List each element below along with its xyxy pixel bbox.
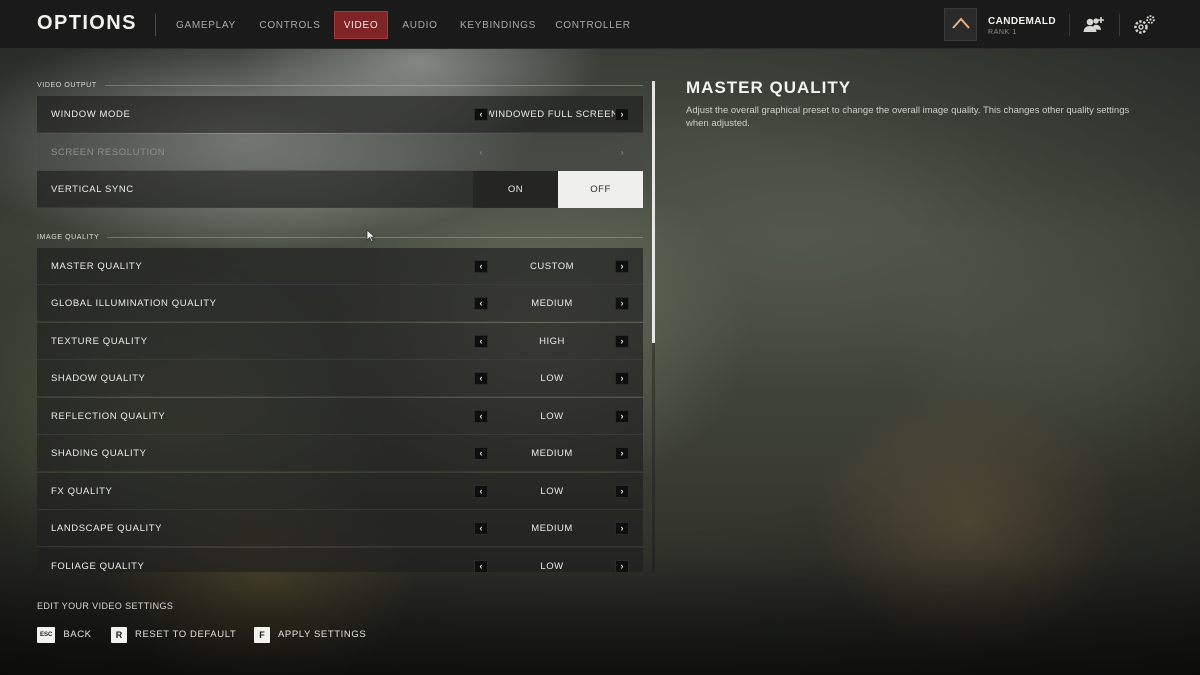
chevron-right-icon[interactable]: › — [615, 485, 629, 498]
section-title: VIDEO OUTPUT — [37, 81, 97, 89]
title-divider — [155, 14, 156, 36]
scrollbar-thumb[interactable] — [652, 81, 655, 343]
back-label: BACK — [63, 629, 92, 640]
chevron-left-icon[interactable]: ‹ — [474, 297, 488, 310]
rank-badge[interactable] — [944, 8, 977, 41]
chevron-left-icon[interactable]: ‹ — [474, 260, 488, 273]
description-text: Adjust the overall graphical preset to c… — [686, 105, 1130, 129]
tab-audio[interactable]: AUDIO — [398, 11, 442, 39]
reset-to-default-button[interactable]: R RESET TO DEFAULT — [111, 626, 236, 643]
chevron-right-icon[interactable]: › — [615, 560, 629, 572]
chevron-left-icon[interactable]: ‹ — [474, 335, 488, 348]
background-shade — [0, 555, 1200, 675]
setting-label: GLOBAL ILLUMINATION QUALITY — [51, 298, 217, 309]
chevron-left-icon[interactable]: ‹ — [474, 447, 488, 460]
chevron-right-icon[interactable]: › — [615, 297, 629, 310]
setting-label: LANDSCAPE QUALITY — [51, 523, 163, 534]
setting-value: WINDOWED FULL SCREEN — [489, 109, 615, 120]
footer-hint: EDIT YOUR VIDEO SETTINGS — [37, 601, 174, 611]
section-divider — [104, 84, 643, 86]
row-master-quality[interactable]: MASTER QUALITY ‹ CUSTOM › — [37, 248, 643, 285]
account-rank: RANK 1 — [988, 29, 1017, 36]
tab-gameplay[interactable]: GAMEPLAY — [170, 11, 242, 39]
row-screen-resolution: SCREEN RESOLUTION ‹ › — [37, 134, 643, 171]
row-shading-quality[interactable]: SHADING QUALITY ‹ MEDIUM › — [37, 435, 643, 472]
settings-list[interactable]: VIDEO OUTPUT WINDOW MODE ‹ WINDOWED FULL… — [37, 70, 643, 572]
row-vertical-sync[interactable]: VERTICAL SYNC ON OFF — [37, 171, 643, 208]
chevron-left-icon[interactable]: ‹ — [474, 410, 488, 423]
setting-value: LOW — [540, 373, 564, 384]
chevron-right-icon[interactable]: › — [615, 372, 629, 385]
reset-label: RESET TO DEFAULT — [135, 629, 237, 640]
section-title: IMAGE QUALITY — [37, 233, 100, 241]
vsync-off-option[interactable]: OFF — [558, 171, 643, 208]
row-reflection-quality[interactable]: REFLECTION QUALITY ‹ LOW › — [37, 398, 643, 435]
setting-value: LOW — [540, 486, 564, 497]
header-divider — [1119, 14, 1120, 36]
row-window-mode[interactable]: WINDOW MODE ‹ WINDOWED FULL SCREEN › — [37, 96, 643, 133]
settings-gear-icon[interactable] — [1131, 12, 1157, 38]
tab-controller[interactable]: CONTROLLER — [552, 11, 634, 39]
apply-settings-button[interactable]: F APPLY SETTINGS — [254, 626, 366, 643]
chevron-left-icon[interactable]: ‹ — [474, 108, 488, 121]
setting-value: LOW — [540, 411, 564, 422]
r-key-icon: R — [111, 626, 127, 643]
setting-label: WINDOW MODE — [51, 109, 131, 120]
tab-controls[interactable]: CONTROLS — [254, 11, 326, 39]
account-name[interactable]: CANDEMALD — [988, 16, 1056, 27]
section-image-quality: IMAGE QUALITY — [37, 230, 643, 244]
top-bar: OPTIONS GAMEPLAY CONTROLS VIDEO AUDIO KE… — [0, 0, 1200, 49]
vsync-on-option[interactable]: ON — [473, 171, 558, 208]
setting-label: SCREEN RESOLUTION — [51, 147, 166, 158]
tab-keybindings[interactable]: KEYBINDINGS — [456, 11, 540, 39]
tab-video[interactable]: VIDEO — [334, 11, 388, 39]
setting-label: FOLIAGE QUALITY — [51, 561, 145, 572]
row-foliage-quality[interactable]: FOLIAGE QUALITY ‹ LOW › — [37, 548, 643, 572]
setting-label: FX QUALITY — [51, 486, 113, 497]
chevron-left-icon[interactable]: ‹ — [474, 560, 488, 572]
chevron-right-icon[interactable]: › — [615, 108, 629, 121]
chevron-right-icon[interactable]: › — [615, 447, 629, 460]
setting-label: SHADING QUALITY — [51, 448, 147, 459]
description-title: MASTER QUALITY — [686, 78, 852, 97]
setting-value: HIGH — [539, 336, 565, 347]
rank-chevron-icon — [951, 16, 970, 34]
chevron-right-icon[interactable]: › — [615, 260, 629, 273]
f-key-icon: F — [254, 626, 270, 643]
apply-label: APPLY SETTINGS — [278, 629, 367, 640]
chevron-right-icon[interactable]: › — [615, 335, 629, 348]
setting-label: TEXTURE QUALITY — [51, 336, 148, 347]
back-button[interactable]: ESC BACK — [37, 626, 92, 643]
row-global-illumination-quality[interactable]: GLOBAL ILLUMINATION QUALITY ‹ MEDIUM › — [37, 285, 643, 322]
row-fx-quality[interactable]: FX QUALITY ‹ LOW › — [37, 473, 643, 510]
setting-label: SHADOW QUALITY — [51, 373, 146, 384]
row-shadow-quality[interactable]: SHADOW QUALITY ‹ LOW › — [37, 360, 643, 397]
chevron-left-icon[interactable]: ‹ — [474, 372, 488, 385]
setting-value: MEDIUM — [531, 298, 573, 309]
section-video-output: VIDEO OUTPUT — [37, 78, 643, 92]
row-texture-quality[interactable]: TEXTURE QUALITY ‹ HIGH › — [37, 323, 643, 360]
chevron-left-icon: ‹ — [479, 147, 483, 157]
setting-value: CUSTOM — [530, 261, 574, 272]
setting-label: MASTER QUALITY — [51, 261, 143, 272]
chevron-right-icon: › — [620, 147, 624, 157]
row-landscape-quality[interactable]: LANDSCAPE QUALITY ‹ MEDIUM › — [37, 510, 643, 547]
chevron-right-icon[interactable]: › — [615, 410, 629, 423]
chevron-left-icon[interactable]: ‹ — [474, 522, 488, 535]
add-friend-icon[interactable] — [1081, 12, 1107, 38]
header-divider — [1069, 14, 1070, 36]
setting-label: REFLECTION QUALITY — [51, 411, 166, 422]
setting-value: MEDIUM — [531, 523, 573, 534]
setting-label: VERTICAL SYNC — [51, 184, 134, 195]
chevron-right-icon[interactable]: › — [615, 522, 629, 535]
esc-key-icon: ESC — [37, 626, 56, 643]
setting-value — [489, 134, 615, 171]
mouse-cursor-icon — [366, 229, 376, 248]
page-title: OPTIONS — [37, 12, 137, 34]
setting-value: MEDIUM — [531, 448, 573, 459]
chevron-left-icon[interactable]: ‹ — [474, 485, 488, 498]
setting-value: LOW — [540, 561, 564, 572]
